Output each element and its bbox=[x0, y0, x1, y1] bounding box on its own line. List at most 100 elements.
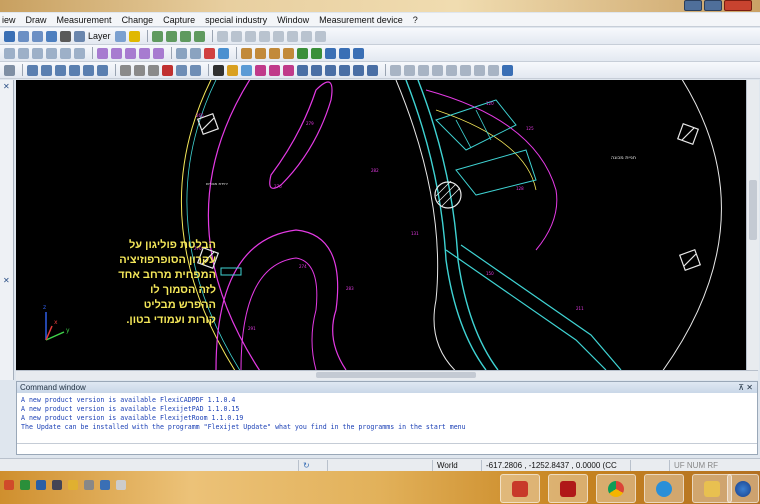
pan-icon[interactable] bbox=[97, 64, 108, 76]
hexagon-icon[interactable] bbox=[474, 64, 485, 76]
help-icon[interactable] bbox=[128, 30, 140, 42]
paste-icon[interactable] bbox=[286, 30, 298, 42]
fillet-tool-icon[interactable] bbox=[153, 47, 164, 59]
copy-icon[interactable] bbox=[272, 30, 284, 42]
print-icon[interactable] bbox=[60, 30, 71, 42]
app-icon[interactable] bbox=[116, 480, 126, 490]
taskbar-app-ie[interactable] bbox=[644, 474, 684, 503]
app-icon[interactable] bbox=[100, 480, 110, 490]
scroll-thumb[interactable] bbox=[316, 372, 476, 378]
arc-3pt-icon[interactable] bbox=[418, 64, 429, 76]
offset-tool-icon[interactable] bbox=[125, 47, 136, 59]
taskbar-app-chrome[interactable] bbox=[596, 474, 636, 503]
polyline-tool-icon[interactable] bbox=[97, 47, 108, 59]
window-tool-icon[interactable] bbox=[325, 64, 336, 76]
hatch-tool-icon[interactable] bbox=[297, 47, 308, 59]
measure-tool-icon[interactable] bbox=[244, 30, 256, 42]
zoom-out-icon[interactable] bbox=[55, 64, 66, 76]
app-icon[interactable] bbox=[52, 480, 62, 490]
delete-icon[interactable] bbox=[162, 64, 173, 76]
render-icon[interactable] bbox=[213, 64, 224, 76]
wall-tool-icon[interactable] bbox=[297, 64, 308, 76]
refresh-icon[interactable]: ↻ bbox=[298, 459, 327, 471]
layer-settings-icon[interactable] bbox=[114, 30, 126, 42]
zoom-all-icon[interactable] bbox=[69, 64, 80, 76]
beam-tool-icon[interactable] bbox=[367, 64, 378, 76]
construction-line-icon[interactable] bbox=[283, 64, 294, 76]
menu-draw[interactable]: Draw bbox=[26, 15, 47, 25]
door-tool-icon[interactable] bbox=[311, 64, 322, 76]
menu-change[interactable]: Change bbox=[122, 15, 154, 25]
pin-close-icons[interactable]: ⊼ ✕ bbox=[738, 382, 753, 393]
stair-tool-icon[interactable] bbox=[339, 64, 350, 76]
ellipse-tool-icon[interactable] bbox=[18, 47, 29, 59]
app-icon[interactable] bbox=[36, 480, 46, 490]
zoom-window-icon[interactable] bbox=[27, 64, 38, 76]
horizontal-scrollbar[interactable] bbox=[16, 370, 758, 380]
arc-tool-icon[interactable] bbox=[230, 30, 242, 42]
snap-edge-icon[interactable] bbox=[179, 30, 191, 42]
layer-icon[interactable] bbox=[74, 30, 85, 42]
view-3d-icon[interactable] bbox=[258, 30, 270, 42]
explode-icon[interactable] bbox=[176, 64, 187, 76]
menu-window[interactable]: Window bbox=[277, 15, 309, 25]
ortho-tool-icon[interactable] bbox=[339, 47, 350, 59]
area-tool-icon[interactable] bbox=[283, 47, 294, 59]
grid-tool-icon[interactable] bbox=[325, 47, 336, 59]
block-tool-icon[interactable] bbox=[311, 47, 322, 59]
close-panel-icon[interactable]: ✕ bbox=[3, 82, 10, 91]
app-icon[interactable] bbox=[20, 480, 30, 490]
menu-help[interactable]: ? bbox=[413, 15, 418, 25]
redo-icon[interactable] bbox=[32, 30, 43, 42]
snap-point-icon[interactable] bbox=[165, 30, 177, 42]
scale-tool-icon[interactable] bbox=[74, 47, 85, 59]
scroll-thumb[interactable] bbox=[749, 180, 757, 240]
array-icon[interactable] bbox=[148, 64, 159, 76]
more-icon[interactable] bbox=[300, 30, 312, 42]
maximize-button[interactable] bbox=[704, 0, 722, 11]
taskbar-app-pdf[interactable] bbox=[548, 474, 588, 503]
taskbar-app-flexicad[interactable] bbox=[500, 474, 540, 503]
zoom-in-icon[interactable] bbox=[41, 64, 52, 76]
rectangle-tool-icon[interactable] bbox=[176, 47, 187, 59]
angle-dimension-icon[interactable] bbox=[255, 47, 266, 59]
undo-icon[interactable] bbox=[18, 30, 29, 42]
pen-icon[interactable] bbox=[255, 64, 266, 76]
text-tool-icon[interactable] bbox=[204, 47, 215, 59]
spline-tool-icon[interactable] bbox=[111, 47, 122, 59]
taskbar-app-firefox[interactable] bbox=[727, 474, 759, 503]
rotate-tool-icon[interactable] bbox=[46, 47, 57, 59]
light-icon[interactable] bbox=[241, 64, 252, 76]
menu-capture[interactable]: Capture bbox=[163, 15, 195, 25]
move-icon[interactable] bbox=[120, 64, 131, 76]
vertical-scrollbar[interactable] bbox=[746, 80, 759, 370]
close-panel-icon[interactable]: ✕ bbox=[3, 276, 10, 285]
menu-measurement-device[interactable]: Measurement device bbox=[319, 15, 403, 25]
radius-dimension-icon[interactable] bbox=[269, 47, 280, 59]
menu-view[interactable]: iew bbox=[2, 15, 16, 25]
app-icon[interactable] bbox=[4, 480, 14, 490]
image-tool-icon[interactable] bbox=[218, 47, 229, 59]
join-icon[interactable] bbox=[190, 64, 201, 76]
ruler-icon[interactable] bbox=[502, 64, 513, 76]
command-input[interactable] bbox=[17, 443, 757, 454]
new-drawing-icon[interactable] bbox=[4, 64, 15, 76]
minimize-button[interactable] bbox=[684, 0, 702, 11]
line-tool-icon[interactable] bbox=[216, 30, 228, 42]
column-tool-icon[interactable] bbox=[353, 64, 364, 76]
circle-3pt-icon[interactable] bbox=[404, 64, 415, 76]
dimension-tool-icon[interactable] bbox=[241, 47, 252, 59]
point-tool-icon[interactable] bbox=[32, 47, 43, 59]
trim-tool-icon[interactable] bbox=[139, 47, 150, 59]
circle-tool-icon[interactable] bbox=[4, 47, 15, 59]
construct-line-icon[interactable] bbox=[390, 64, 401, 76]
x-mark-icon[interactable] bbox=[488, 64, 499, 76]
zoom-previous-icon[interactable] bbox=[83, 64, 94, 76]
layer-view-icon[interactable] bbox=[353, 47, 364, 59]
layer-button-label[interactable]: Layer bbox=[88, 31, 111, 41]
cross-icon[interactable] bbox=[432, 64, 443, 76]
close-button[interactable] bbox=[724, 0, 752, 11]
menu-special-industry[interactable]: special industry bbox=[205, 15, 267, 25]
snap-center-icon[interactable] bbox=[193, 30, 205, 42]
menu-measurement[interactable]: Measurement bbox=[57, 15, 112, 25]
